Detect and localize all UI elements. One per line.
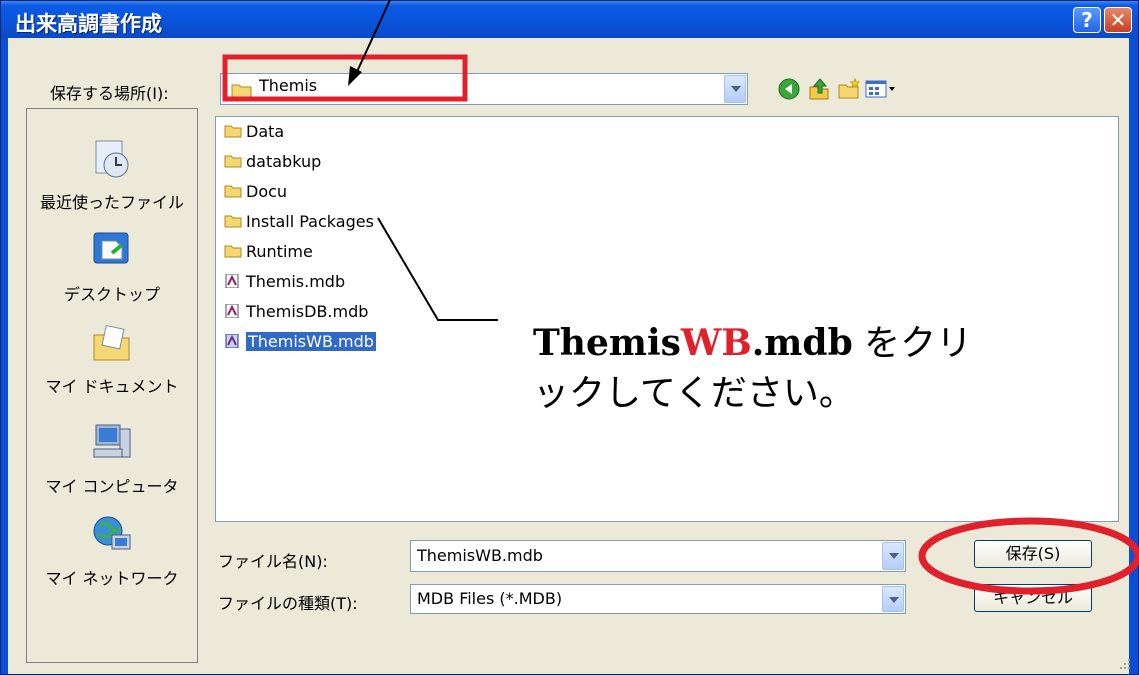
callout-part1: Themis xyxy=(533,322,681,364)
pointer-line xyxy=(354,0,391,77)
instruction-callout: ThemisWB.mdb をクリックしてください。 xyxy=(533,318,973,419)
callout-part3: .mdb xyxy=(751,322,853,364)
callout-part2: WB xyxy=(680,322,752,364)
highlight-ellipse xyxy=(918,517,1139,595)
callout-leader-line xyxy=(377,217,498,321)
arrowhead-icon xyxy=(348,66,362,86)
highlight-box xyxy=(222,54,468,102)
